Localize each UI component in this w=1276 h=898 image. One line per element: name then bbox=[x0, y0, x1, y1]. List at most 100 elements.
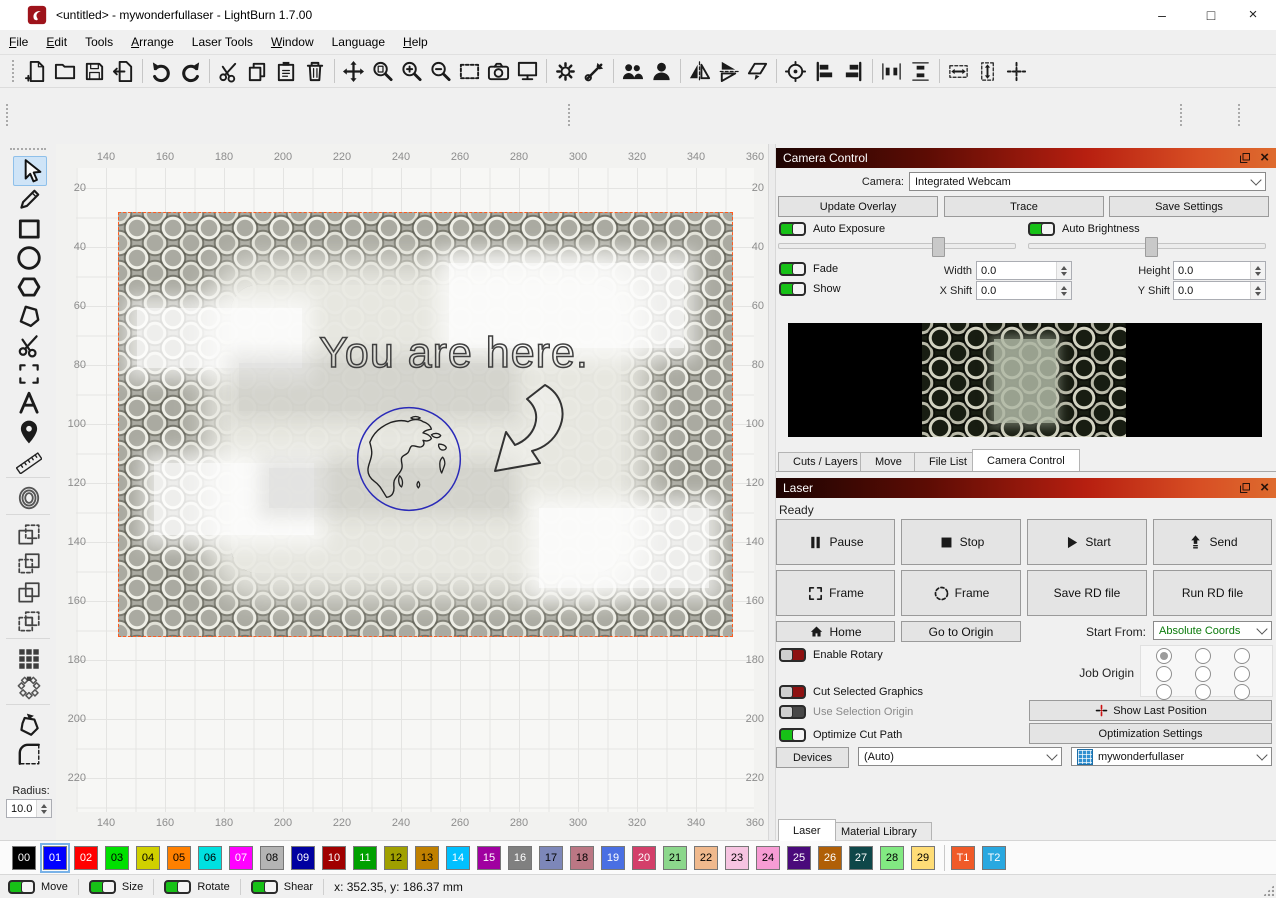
palette-swatch-T1[interactable]: T1 bbox=[951, 846, 975, 870]
palette-swatch-08[interactable]: 08 bbox=[260, 846, 284, 870]
menu-laser-tools[interactable]: Laser Tools bbox=[183, 30, 262, 54]
zoom-out-icon[interactable] bbox=[426, 57, 455, 86]
devices-button[interactable]: Devices bbox=[776, 747, 849, 768]
paste-icon[interactable] bbox=[272, 57, 301, 86]
palette-swatch-14[interactable]: 14 bbox=[446, 846, 470, 870]
status-toggle-rotate[interactable]: Rotate bbox=[164, 880, 229, 894]
tab-material-library[interactable]: Material Library bbox=[826, 822, 932, 841]
fade-toggle[interactable]: Fade bbox=[779, 261, 838, 277]
menu-help[interactable]: Help bbox=[394, 30, 437, 54]
save-rd-file-button[interactable]: Save RD file bbox=[1027, 570, 1147, 616]
move-to-position-icon[interactable] bbox=[1002, 57, 1031, 86]
status-toggle-shear[interactable]: Shear bbox=[251, 880, 313, 894]
palette-swatch-11[interactable]: 11 bbox=[353, 846, 377, 870]
run-rd-file-button[interactable]: Run RD file bbox=[1153, 570, 1272, 616]
toolbar-grip[interactable] bbox=[1180, 104, 1186, 126]
radius-corner-tool[interactable] bbox=[13, 740, 45, 768]
job-origin-radio-3[interactable] bbox=[1156, 666, 1172, 682]
match-height-icon[interactable] bbox=[973, 57, 1002, 86]
stop-button[interactable]: Stop bbox=[901, 519, 1021, 565]
tab-cuts-layers[interactable]: Cuts / Layers bbox=[778, 452, 873, 471]
start-button[interactable]: Start bbox=[1027, 519, 1147, 565]
palette-swatch-07[interactable]: 07 bbox=[229, 846, 253, 870]
minimize-button[interactable]: – bbox=[1139, 0, 1185, 30]
y-shift-input[interactable]: 0.0 bbox=[1173, 281, 1266, 300]
cut-shapes-tool[interactable] bbox=[13, 331, 45, 359]
pause-button[interactable]: Pause bbox=[776, 519, 895, 565]
job-origin-radio-8[interactable] bbox=[1234, 684, 1250, 700]
resize-grip[interactable] bbox=[1263, 885, 1274, 896]
close-button[interactable]: × bbox=[1230, 0, 1276, 30]
trace-button[interactable]: Trace bbox=[944, 196, 1104, 217]
start-from-combo[interactable]: Absolute Coords bbox=[1153, 621, 1272, 640]
job-origin-radio-4[interactable] bbox=[1195, 666, 1211, 682]
job-origin-radio-0[interactable] bbox=[1156, 648, 1172, 664]
menu-tools[interactable]: Tools bbox=[76, 30, 122, 54]
palette-swatch-16[interactable]: 16 bbox=[508, 846, 532, 870]
save-file-icon[interactable] bbox=[80, 57, 109, 86]
flip-horizontal-icon[interactable] bbox=[714, 57, 743, 86]
radius-input[interactable]: 10.0 bbox=[6, 799, 52, 818]
port-combo[interactable]: (Auto) bbox=[858, 747, 1062, 766]
palette-swatch-02[interactable]: 02 bbox=[74, 846, 98, 870]
folder-open-icon[interactable] bbox=[51, 57, 80, 86]
job-origin-radio-5[interactable] bbox=[1234, 666, 1250, 682]
palette-swatch-22[interactable]: 22 bbox=[694, 846, 718, 870]
toolbar-grip[interactable] bbox=[1238, 104, 1244, 126]
flip-vertical-icon[interactable] bbox=[685, 57, 714, 86]
distribute-horizontal-icon[interactable] bbox=[877, 57, 906, 86]
overlay-height-input[interactable]: 0.0 bbox=[1173, 261, 1266, 280]
auto-brightness-toggle[interactable]: Auto Brightness bbox=[1028, 221, 1140, 237]
close-panel-icon[interactable]: × bbox=[1260, 151, 1269, 165]
job-origin-radio-7[interactable] bbox=[1195, 684, 1211, 700]
palette-swatch-24[interactable]: 24 bbox=[756, 846, 780, 870]
palette-swatch-25[interactable]: 25 bbox=[787, 846, 811, 870]
file-new-icon[interactable] bbox=[22, 57, 51, 86]
palette-swatch-00[interactable]: 00 bbox=[12, 846, 36, 870]
save-settings-button[interactable]: Save Settings bbox=[1109, 196, 1269, 217]
palette-swatch-09[interactable]: 09 bbox=[291, 846, 315, 870]
boolean-intersect-tool[interactable] bbox=[13, 579, 45, 607]
exposure-slider[interactable] bbox=[778, 243, 1016, 249]
boolean-subtract-tool[interactable] bbox=[13, 550, 45, 578]
job-origin-radio-2[interactable] bbox=[1234, 648, 1250, 664]
optimize-cut-path-toggle[interactable]: Optimize Cut Path bbox=[779, 727, 902, 743]
menu-edit[interactable]: Edit bbox=[37, 30, 76, 54]
cut-selected-toggle[interactable]: Cut Selected Graphics bbox=[779, 684, 923, 700]
tab-laser[interactable]: Laser bbox=[778, 819, 836, 841]
enable-rotary-toggle[interactable]: Enable Rotary bbox=[779, 647, 883, 663]
circular-array-tool[interactable] bbox=[13, 674, 45, 702]
palette-swatch-17[interactable]: 17 bbox=[539, 846, 563, 870]
palette-swatch-01[interactable]: 01 bbox=[43, 846, 67, 870]
palette-swatch-10[interactable]: 10 bbox=[322, 846, 346, 870]
brightness-slider[interactable] bbox=[1028, 243, 1266, 249]
align-left-icon[interactable] bbox=[810, 57, 839, 86]
menu-language[interactable]: Language bbox=[323, 30, 394, 54]
tab-move[interactable]: Move bbox=[860, 452, 917, 471]
text-tool[interactable] bbox=[13, 389, 45, 417]
palette-swatch-21[interactable]: 21 bbox=[663, 846, 687, 870]
rectangle-tool[interactable] bbox=[13, 215, 45, 243]
status-toggle-size[interactable]: Size bbox=[89, 880, 143, 894]
palette-swatch-27[interactable]: 27 bbox=[849, 846, 873, 870]
palette-swatch-13[interactable]: 13 bbox=[415, 846, 439, 870]
shear-icon[interactable] bbox=[743, 57, 772, 86]
device-settings-icon[interactable] bbox=[580, 57, 609, 86]
ellipse-tool[interactable] bbox=[13, 244, 45, 272]
palette-swatch-06[interactable]: 06 bbox=[198, 846, 222, 870]
align-center-icon[interactable] bbox=[781, 57, 810, 86]
copy-icon[interactable] bbox=[243, 57, 272, 86]
frame-square-button[interactable]: Frame bbox=[776, 570, 895, 616]
redo-icon[interactable] bbox=[176, 57, 205, 86]
x-shift-input[interactable]: 0.0 bbox=[976, 281, 1072, 300]
float-panel-icon[interactable] bbox=[1237, 481, 1252, 496]
close-panel-icon[interactable]: × bbox=[1260, 481, 1269, 495]
palette-swatch-15[interactable]: 15 bbox=[477, 846, 501, 870]
menu-window[interactable]: Window bbox=[262, 30, 323, 54]
toolbar-grip[interactable] bbox=[6, 104, 12, 126]
goto-origin-button[interactable]: Go to Origin bbox=[901, 621, 1021, 642]
update-overlay-button[interactable]: Update Overlay bbox=[778, 196, 938, 217]
job-origin-radio-1[interactable] bbox=[1195, 648, 1211, 664]
palette-swatch-20[interactable]: 20 bbox=[632, 846, 656, 870]
grid-array-tool[interactable] bbox=[13, 645, 45, 673]
